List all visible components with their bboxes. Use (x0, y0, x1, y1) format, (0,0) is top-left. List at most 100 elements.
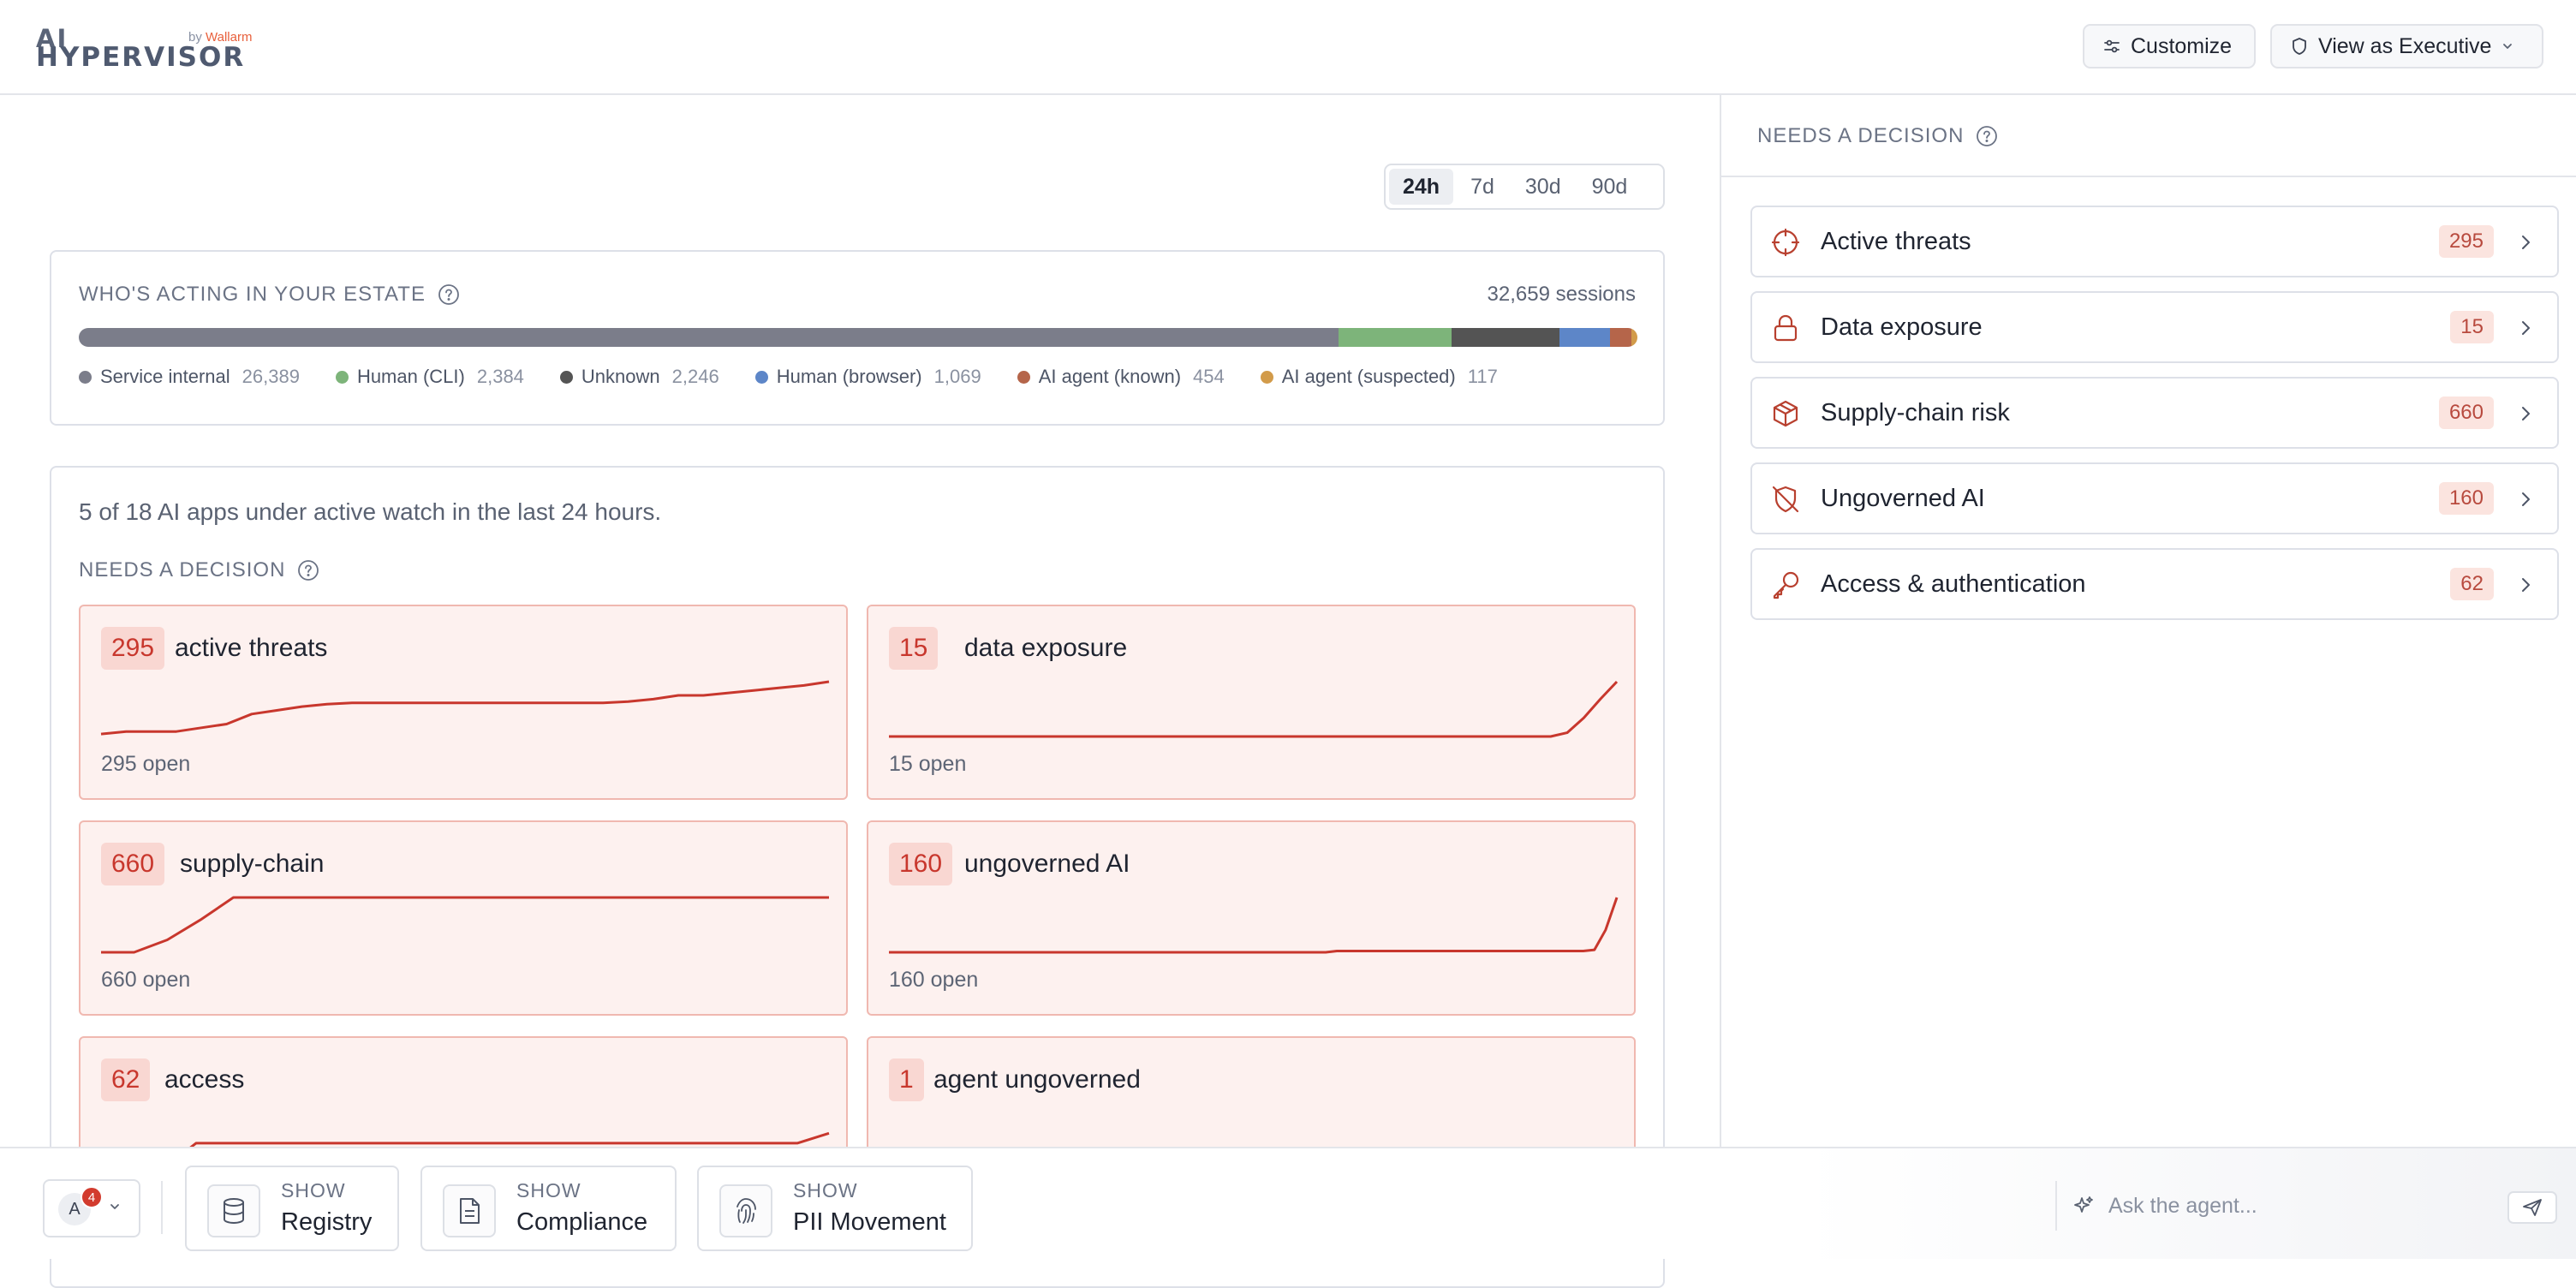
tile-count-badge: 62 (101, 1058, 151, 1101)
tile-count-badge: 295 (101, 627, 165, 670)
legend-item: Human (CLI) 2,384 (335, 366, 524, 388)
panel-divider (1721, 176, 2576, 177)
tile-open-count: 295 open (101, 752, 191, 776)
toolbar-divider (2055, 1181, 2057, 1231)
tile-open-count: 15 open (889, 752, 967, 776)
trend-line (889, 897, 1619, 954)
sliders-icon (2104, 39, 2120, 53)
pii-movement-label: PII Movement (793, 1208, 946, 1236)
database-icon (207, 1184, 260, 1237)
decision-item-count: 62 (2450, 568, 2494, 600)
shield-icon (2293, 38, 2306, 55)
decision-item-data-exposure[interactable]: Data exposure 15 (1750, 291, 2559, 363)
decision-tile[interactable]: 295 active threats 295 open (79, 605, 848, 800)
legend-value: 2,384 (476, 366, 524, 387)
legend-value: 117 (1467, 366, 1498, 387)
bar-segment (1559, 328, 1611, 347)
decision-item-supply-chain[interactable]: Supply-chain risk 660 (1750, 377, 2559, 449)
panel-heading: NEEDS A DECISION (1757, 124, 1998, 148)
legend-dot (559, 370, 573, 384)
shield-off-icon (1772, 486, 1799, 513)
legend-item: AI agent (suspected) 117 (1260, 366, 1498, 388)
trend-sparkline (101, 896, 829, 954)
chevron-down-icon (2503, 44, 2513, 49)
legend-label: AI agent (known) (1038, 366, 1182, 387)
tile-count-badge: 1 (889, 1058, 924, 1101)
logo-by-text: by (188, 30, 202, 45)
estate-card: WHO'S ACTING IN YOUR ESTATE 32,659 sessi… (50, 250, 1665, 426)
decision-item-label: Active threats (1821, 227, 1971, 255)
crosshair-icon (1771, 228, 1800, 257)
send-icon (2523, 1199, 2542, 1216)
range-option[interactable]: 90d (1578, 169, 1642, 205)
bar-segment (79, 328, 1339, 347)
decision-item-access-authentication[interactable]: Access & authentication 62 (1750, 548, 2559, 620)
decision-item-ungoverned-ai[interactable]: Ungoverned AI 160 (1750, 462, 2559, 534)
chevron-right-icon (2522, 321, 2530, 335)
bar-segment (1452, 328, 1559, 347)
logo-line-2: HYPERVISOR (36, 42, 246, 73)
chevron-right-icon (2522, 236, 2530, 249)
legend-value: 454 (1193, 366, 1225, 387)
show-pii-movement-button[interactable]: SHOW PII Movement (697, 1166, 973, 1251)
sparkle-icon (2074, 1196, 2093, 1213)
tile-title: agent ungoverned (933, 1065, 1141, 1094)
compliance-label: Compliance (516, 1208, 648, 1236)
legend-label: AI agent (suspected) (1281, 366, 1456, 387)
tile-count-badge: 15 (889, 627, 939, 670)
legend-value: 26,389 (242, 366, 300, 387)
trend-sparkline (100, 680, 830, 736)
show-compliance-button[interactable]: SHOW Compliance (420, 1166, 677, 1251)
legend-item: AI agent (known) 454 (1017, 366, 1225, 388)
actor-legend: Service internal 26,389 Human (CLI) 2,384 Un… (79, 366, 1498, 388)
watch-section-label: NEEDS A DECISION (79, 558, 286, 581)
decision-item-count: 660 (2438, 397, 2494, 429)
ask-agent-input[interactable]: Ask the agent... (2072, 1184, 2518, 1227)
show-registry-button[interactable]: SHOW Registry (185, 1166, 399, 1251)
legend-dot (1260, 370, 1273, 384)
decision-item-label: Ungoverned AI (1821, 484, 1985, 512)
help-icon[interactable] (297, 559, 319, 581)
decision-item-active-threats[interactable]: Active threats 295 (1750, 206, 2559, 277)
key-icon (1773, 571, 1799, 599)
logo-byline: by Wallarm (188, 30, 252, 45)
range-option[interactable]: 24h (1389, 169, 1454, 205)
decision-tile[interactable]: 160 ungoverned AI 160 open (867, 820, 1636, 1016)
legend-dot (79, 370, 92, 384)
legend-item: Human (browser) 1,069 (754, 366, 981, 388)
trend-line (100, 680, 830, 736)
legend-item: Service internal 26,389 (79, 366, 300, 388)
range-option[interactable]: 7d (1457, 169, 1508, 205)
trend-line (101, 896, 829, 954)
package-icon (1773, 400, 1798, 427)
tile-count-badge: 660 (101, 843, 165, 886)
legend-value: 1,069 (933, 366, 981, 387)
chevron-down-icon (110, 1204, 119, 1209)
legend-dot (1017, 370, 1030, 384)
chevron-right-icon (2522, 407, 2530, 420)
help-icon[interactable] (1976, 125, 1998, 147)
decision-tile[interactable]: 15 data exposure 15 open (867, 605, 1636, 800)
watch-summary: 5 of 18 AI apps under active watch in th… (79, 498, 662, 525)
view-as-dropdown[interactable]: View as Executive (2270, 24, 2543, 69)
view-as-label: View as Executive (2318, 33, 2492, 58)
decision-tile[interactable]: 660 supply-chain 660 open (79, 820, 848, 1016)
decision-panel: NEEDS A DECISION Active threats 295 Data… (1720, 95, 2576, 1147)
send-button[interactable] (2507, 1191, 2557, 1224)
trend-sparkline (889, 680, 1619, 738)
legend-dot (335, 370, 349, 384)
bottom-toolbar: A 4 SHOW Registry SHOW Compliance SHOW P… (0, 1147, 2576, 1259)
watch-heading: NEEDS A DECISION (79, 558, 319, 582)
show-prefix: SHOW (516, 1179, 581, 1202)
bar-segment (1631, 328, 1637, 347)
brand-logo[interactable]: AI HYPERVISOR by Wallarm (36, 26, 259, 73)
panel-title: NEEDS A DECISION (1757, 124, 1965, 147)
help-icon[interactable] (438, 283, 460, 306)
account-menu-button[interactable]: A 4 (43, 1179, 140, 1237)
bar-segment (1610, 328, 1632, 347)
range-option[interactable]: 30d (1512, 169, 1575, 205)
lock-icon (1774, 314, 1798, 342)
logo-vendor: Wallarm (206, 30, 253, 45)
customize-button[interactable]: Customize (2083, 24, 2256, 69)
decision-item-label: Supply-chain risk (1821, 398, 2010, 426)
